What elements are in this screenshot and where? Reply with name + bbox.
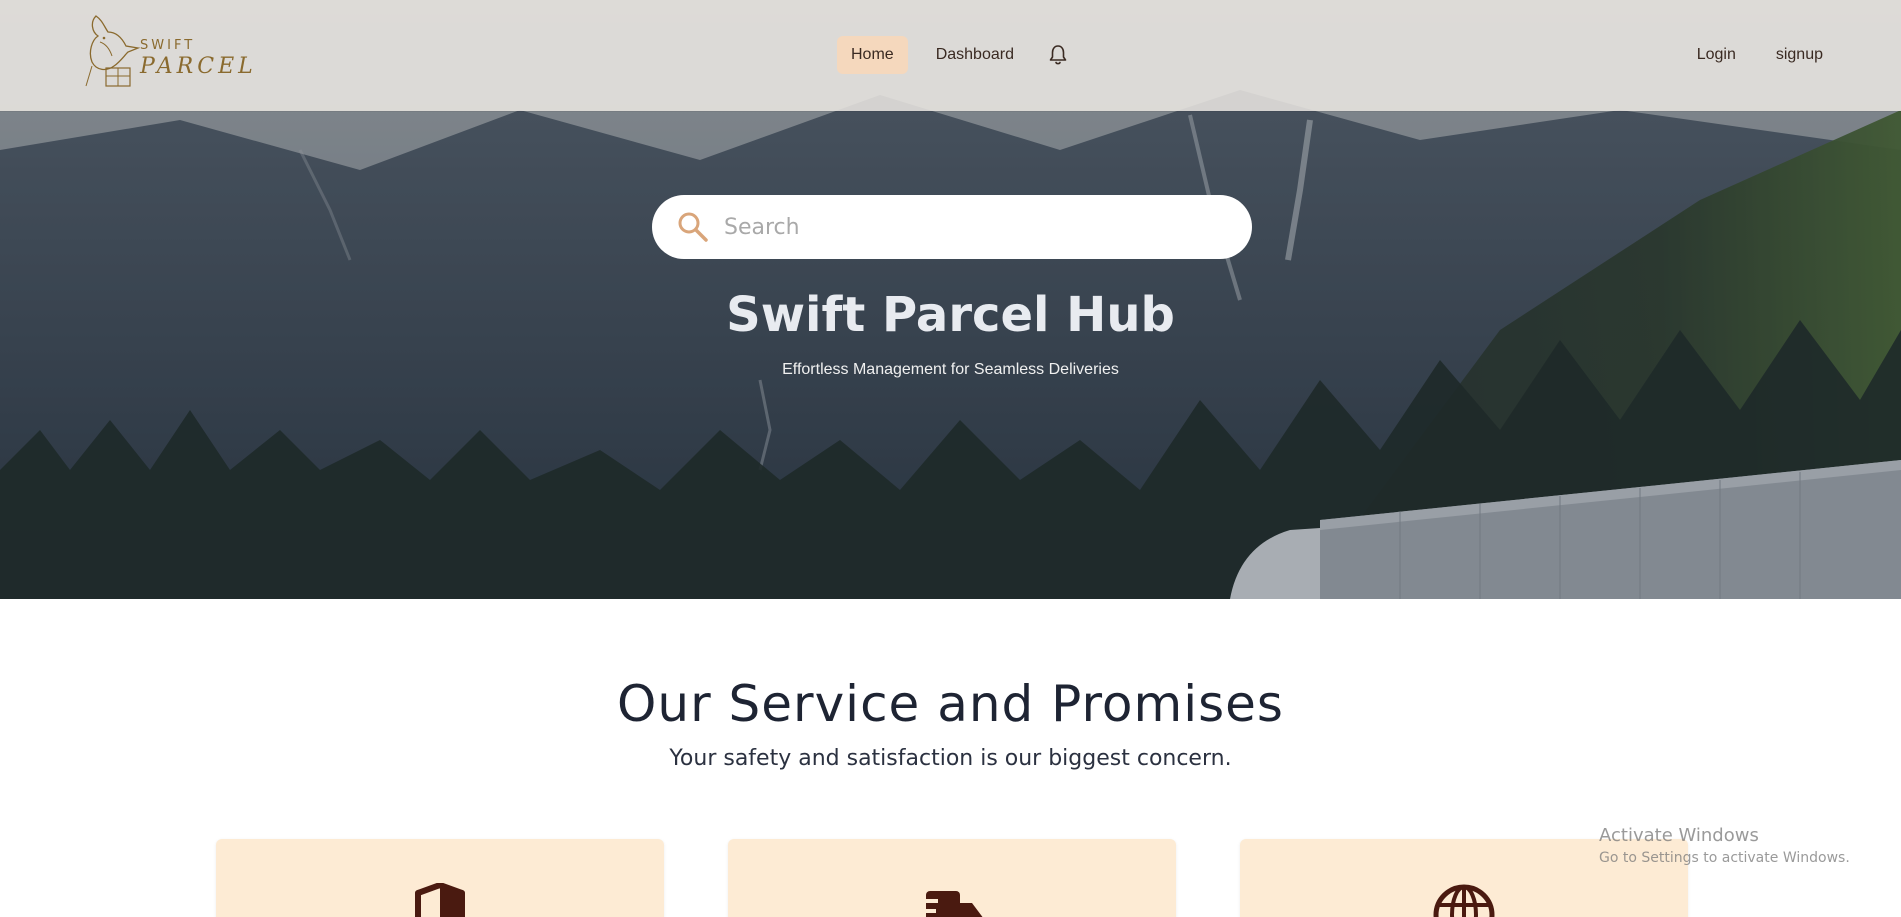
globe-icon	[1433, 884, 1495, 917]
brand-name-top: SWIFT	[140, 38, 196, 53]
shield-icon	[415, 883, 465, 917]
service-card-safety[interactable]	[216, 839, 664, 917]
bird-parcel-logo-icon	[85, 15, 141, 87]
services-heading: Our Service and Promises	[617, 675, 1284, 733]
hero-title: Swift Parcel Hub	[726, 287, 1175, 343]
services-subheading: Your safety and satisfaction is our bigg…	[669, 746, 1232, 771]
watermark-title: Activate Windows	[1599, 825, 1759, 846]
auth-nav: Login signup	[1677, 36, 1843, 74]
watermark-subtitle: Go to Settings to activate Windows.	[1599, 850, 1850, 866]
search-bar[interactable]	[652, 195, 1252, 259]
nav-dashboard[interactable]: Dashboard	[922, 36, 1028, 74]
brand-logo[interactable]: SWIFT PARCEL	[82, 12, 253, 90]
top-navbar: SWIFT PARCEL Home Dashboard Login signup	[0, 0, 1901, 111]
search-input[interactable]	[724, 214, 1224, 240]
notification-bell-icon[interactable]	[1046, 43, 1070, 67]
main-nav: Home Dashboard	[837, 36, 1070, 74]
service-card-delivery[interactable]	[728, 839, 1176, 917]
nav-home[interactable]: Home	[837, 36, 908, 74]
signup-link[interactable]: signup	[1756, 36, 1843, 74]
delivery-truck-icon	[916, 891, 983, 917]
windows-activation-watermark: Activate Windows Go to Settings to activ…	[1599, 825, 1850, 866]
search-icon	[678, 212, 708, 242]
hero-subtitle: Effortless Management for Seamless Deliv…	[782, 361, 1119, 378]
login-link[interactable]: Login	[1677, 36, 1756, 74]
brand-name-bottom: PARCEL	[140, 54, 257, 79]
